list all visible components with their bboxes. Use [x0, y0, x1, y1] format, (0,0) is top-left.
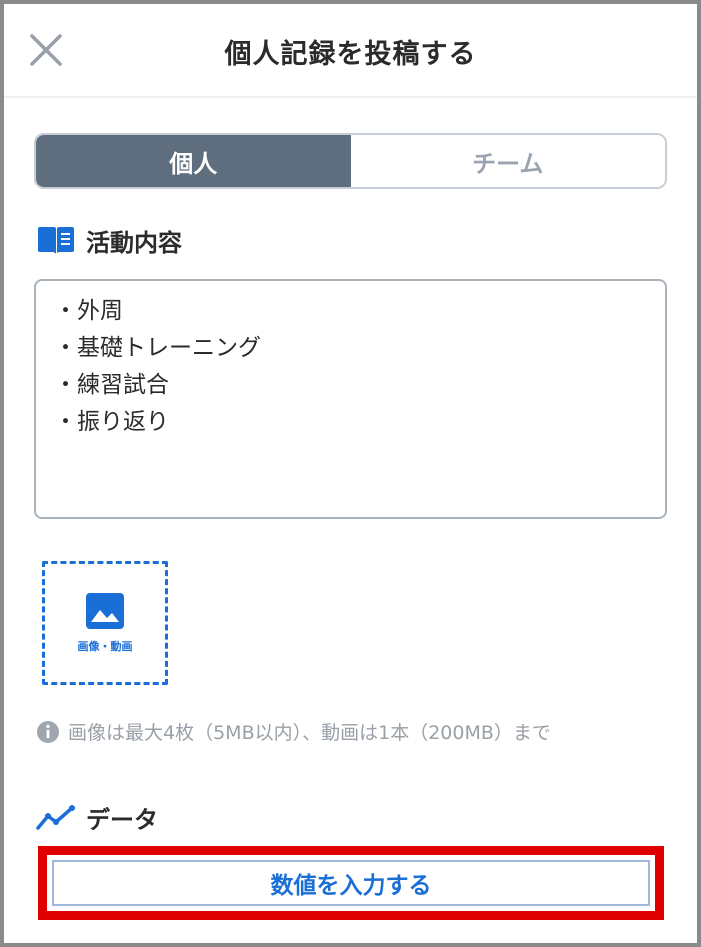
activity-line: ・練習試合 [54, 372, 169, 398]
info-icon [37, 720, 59, 743]
image-icon [86, 593, 124, 629]
media-upload-label: 画像・動画 [77, 640, 133, 653]
upload-note: 画像は最大4枚（5MB以内）、動画は1本（200MB）まで [36, 718, 551, 745]
upload-note-text: 画像は最大4枚（5MB以内）、動画は1本（200MB）まで [68, 722, 551, 744]
activity-line: ・外周 [54, 298, 123, 324]
data-heading: データ [36, 800, 158, 835]
activity-textarea[interactable]: ・外周 ・基礎トレーニング ・練習試合 ・振り返り [34, 279, 667, 519]
activity-line: ・振り返り [54, 409, 169, 435]
activity-heading-label: 活動内容 [86, 229, 182, 257]
line-chart-icon [36, 804, 75, 830]
book-icon [38, 226, 74, 254]
page-title: 個人記録を投稿する [224, 39, 477, 70]
enter-values-button[interactable]: 数値を入力する [52, 860, 650, 906]
tab-individual[interactable]: 個人 [36, 135, 351, 187]
media-upload-button[interactable]: 画像・動画 [42, 561, 168, 685]
activity-line: ・基礎トレーニング [54, 335, 261, 361]
segmented-control: 個人 チーム [34, 133, 667, 189]
activity-heading: 活動内容 [36, 223, 182, 258]
tab-team[interactable]: チーム [350, 135, 665, 187]
data-heading-label: データ [86, 806, 158, 834]
header: 個人記録を投稿する [4, 4, 697, 98]
